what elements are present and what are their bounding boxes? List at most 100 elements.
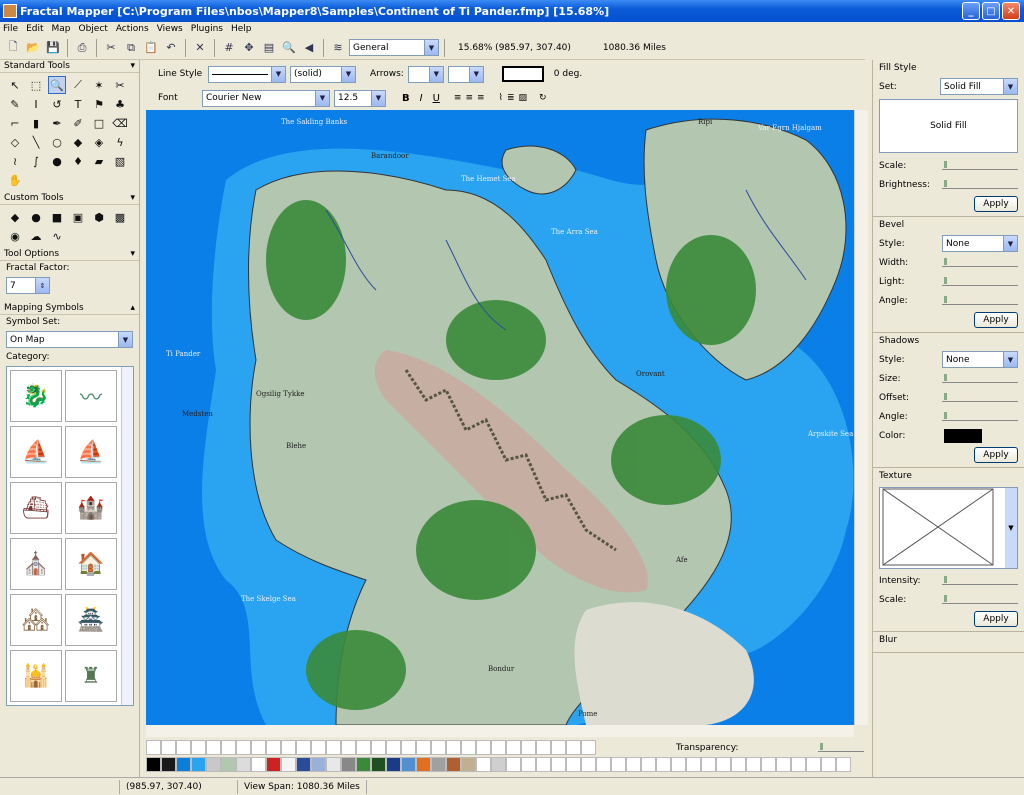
color-swatch[interactable] xyxy=(236,757,251,772)
menu-help[interactable]: Help xyxy=(231,24,252,34)
apply-fill-button[interactable]: Apply xyxy=(974,195,1018,212)
color-swatch[interactable] xyxy=(671,757,686,772)
align-center-icon[interactable]: ≡ xyxy=(465,93,473,103)
text-cursor-icon[interactable]: I xyxy=(27,95,45,113)
custom-color-cell[interactable] xyxy=(341,740,356,755)
scale-slider[interactable] xyxy=(942,160,1018,170)
collapse-icon[interactable]: ▴ xyxy=(130,303,135,313)
italic-icon[interactable]: I xyxy=(420,93,423,104)
symbol-scrollbar[interactable] xyxy=(121,367,133,705)
color-swatch[interactable] xyxy=(776,757,791,772)
symbol-fort-icon[interactable]: 🏯 xyxy=(65,594,117,646)
path-icon[interactable]: ∫ xyxy=(27,152,45,170)
custom-square-icon[interactable]: ■ xyxy=(48,208,66,226)
custom-color-cell[interactable] xyxy=(326,740,341,755)
color-swatch[interactable] xyxy=(656,757,671,772)
polygon-icon[interactable]: ◆ xyxy=(69,133,87,151)
pan-icon[interactable]: ✥ xyxy=(240,39,258,57)
color-swatch[interactable] xyxy=(446,757,461,772)
pen-icon[interactable]: ✒ xyxy=(48,114,66,132)
chevron-down-icon[interactable]: ▼ xyxy=(1005,488,1017,568)
collapse-icon[interactable]: ▾ xyxy=(130,193,135,203)
custom-color-cell[interactable] xyxy=(176,740,191,755)
color-swatch[interactable] xyxy=(626,757,641,772)
bold-icon[interactable]: B xyxy=(402,93,410,104)
symbol-castle-icon[interactable]: 🏰 xyxy=(65,482,117,534)
print-icon[interactable]: ⎙ xyxy=(73,39,91,57)
back-icon[interactable]: ◀ xyxy=(300,39,318,57)
rotate-icon[interactable]: ↺ xyxy=(48,95,66,113)
drop-icon[interactable]: ♦ xyxy=(69,152,87,170)
color-swatch[interactable] xyxy=(401,757,416,772)
custom-dot-icon[interactable]: ◉ xyxy=(6,227,24,245)
custom-diamond-icon[interactable]: ◆ xyxy=(6,208,24,226)
ellipse-icon[interactable]: ○ xyxy=(48,133,66,151)
rotate-text-icon[interactable]: ↻ xyxy=(539,93,547,103)
mapping-symbols-header[interactable]: Mapping Symbols ▴ xyxy=(0,302,139,315)
intensity-slider[interactable] xyxy=(942,575,1018,585)
menu-views[interactable]: Views xyxy=(157,24,183,34)
river-icon[interactable]: ≀ xyxy=(6,152,24,170)
shadow-offset-slider[interactable] xyxy=(942,392,1018,402)
delete-icon[interactable]: ✕ xyxy=(191,39,209,57)
color-swatch[interactable] xyxy=(731,757,746,772)
symbol-serpent-icon[interactable]: 〰 xyxy=(65,370,117,422)
align-left-icon[interactable]: ≡ xyxy=(454,93,462,103)
custom-hexagon-icon[interactable]: ⬢ xyxy=(90,208,108,226)
color-swatch[interactable] xyxy=(581,757,596,772)
new-file-icon[interactable]: 🗋 xyxy=(4,39,22,57)
custom-color-cell[interactable] xyxy=(371,740,386,755)
color-swatch[interactable] xyxy=(491,757,506,772)
bevel-width-slider[interactable] xyxy=(942,257,1018,267)
menu-edit[interactable]: Edit xyxy=(26,24,43,34)
symbol-sea-serpent-icon[interactable]: 🐉 xyxy=(10,370,62,422)
fill-pen-icon[interactable]: ✐ xyxy=(69,114,87,132)
line-icon[interactable]: ╲ xyxy=(27,133,45,151)
shadow-style-select[interactable]: None ▼ xyxy=(942,351,1018,368)
custom-color-cell[interactable] xyxy=(491,740,506,755)
color-swatch[interactable] xyxy=(176,757,191,772)
custom-river-icon[interactable]: ∿ xyxy=(48,227,66,245)
cut-icon[interactable]: ✂ xyxy=(102,39,120,57)
fill-preview[interactable]: Solid Fill xyxy=(879,99,1018,153)
shadow-color-swatch[interactable] xyxy=(944,428,982,443)
custom-color-cell[interactable] xyxy=(551,740,566,755)
menu-file[interactable]: File xyxy=(3,24,18,34)
zoom-icon[interactable]: 🔍 xyxy=(280,39,298,57)
color-swatch[interactable] xyxy=(701,757,716,772)
custom-color-cell[interactable] xyxy=(446,740,461,755)
symbol-ship-icon[interactable]: ⛵ xyxy=(10,426,62,478)
custom-color-cell[interactable] xyxy=(581,740,596,755)
bevel-header[interactable]: Bevel xyxy=(879,220,1018,234)
rect-select-icon[interactable]: ⬚ xyxy=(27,76,45,94)
color-swatch[interactable] xyxy=(206,757,221,772)
custom-color-cell[interactable] xyxy=(251,740,266,755)
brightness-slider[interactable] xyxy=(942,179,1018,189)
shadow-angle-slider[interactable] xyxy=(942,411,1018,421)
undo-icon[interactable]: ↶ xyxy=(162,39,180,57)
custom-circle-icon[interactable]: ● xyxy=(27,208,45,226)
magic-wand-icon[interactable]: ✶ xyxy=(90,76,108,94)
custom-color-cell[interactable] xyxy=(236,740,251,755)
line-color-swatch[interactable] xyxy=(501,66,544,82)
texture-header[interactable]: Texture xyxy=(879,471,1018,485)
color-swatch[interactable] xyxy=(386,757,401,772)
color-swatch[interactable] xyxy=(611,757,626,772)
map-horizontal-scrollbar[interactable] xyxy=(146,725,854,737)
color-swatch[interactable] xyxy=(251,757,266,772)
color-swatch[interactable] xyxy=(371,757,386,772)
layers-icon[interactable]: ≋ xyxy=(329,39,347,57)
bevel-style-select[interactable]: None ▼ xyxy=(942,235,1018,252)
copy-icon[interactable]: ⧉ xyxy=(122,39,140,57)
grid-icon[interactable]: # xyxy=(220,39,238,57)
custom-color-cell[interactable] xyxy=(161,740,176,755)
layer-select[interactable]: General ▼ xyxy=(349,39,439,56)
custom-color-cell[interactable] xyxy=(266,740,281,755)
start-arrow-select[interactable]: ▼ xyxy=(407,65,444,83)
text-path-icon[interactable]: ⌇ xyxy=(499,93,503,103)
symbol-village-icon[interactable]: 🏘 xyxy=(10,594,62,646)
color-swatch[interactable] xyxy=(476,757,491,772)
fractal-factor-spinner[interactable]: 7 ⇕ xyxy=(6,277,50,294)
custom-color-cell[interactable] xyxy=(461,740,476,755)
fill-style-header[interactable]: Fill Style xyxy=(879,63,1018,77)
